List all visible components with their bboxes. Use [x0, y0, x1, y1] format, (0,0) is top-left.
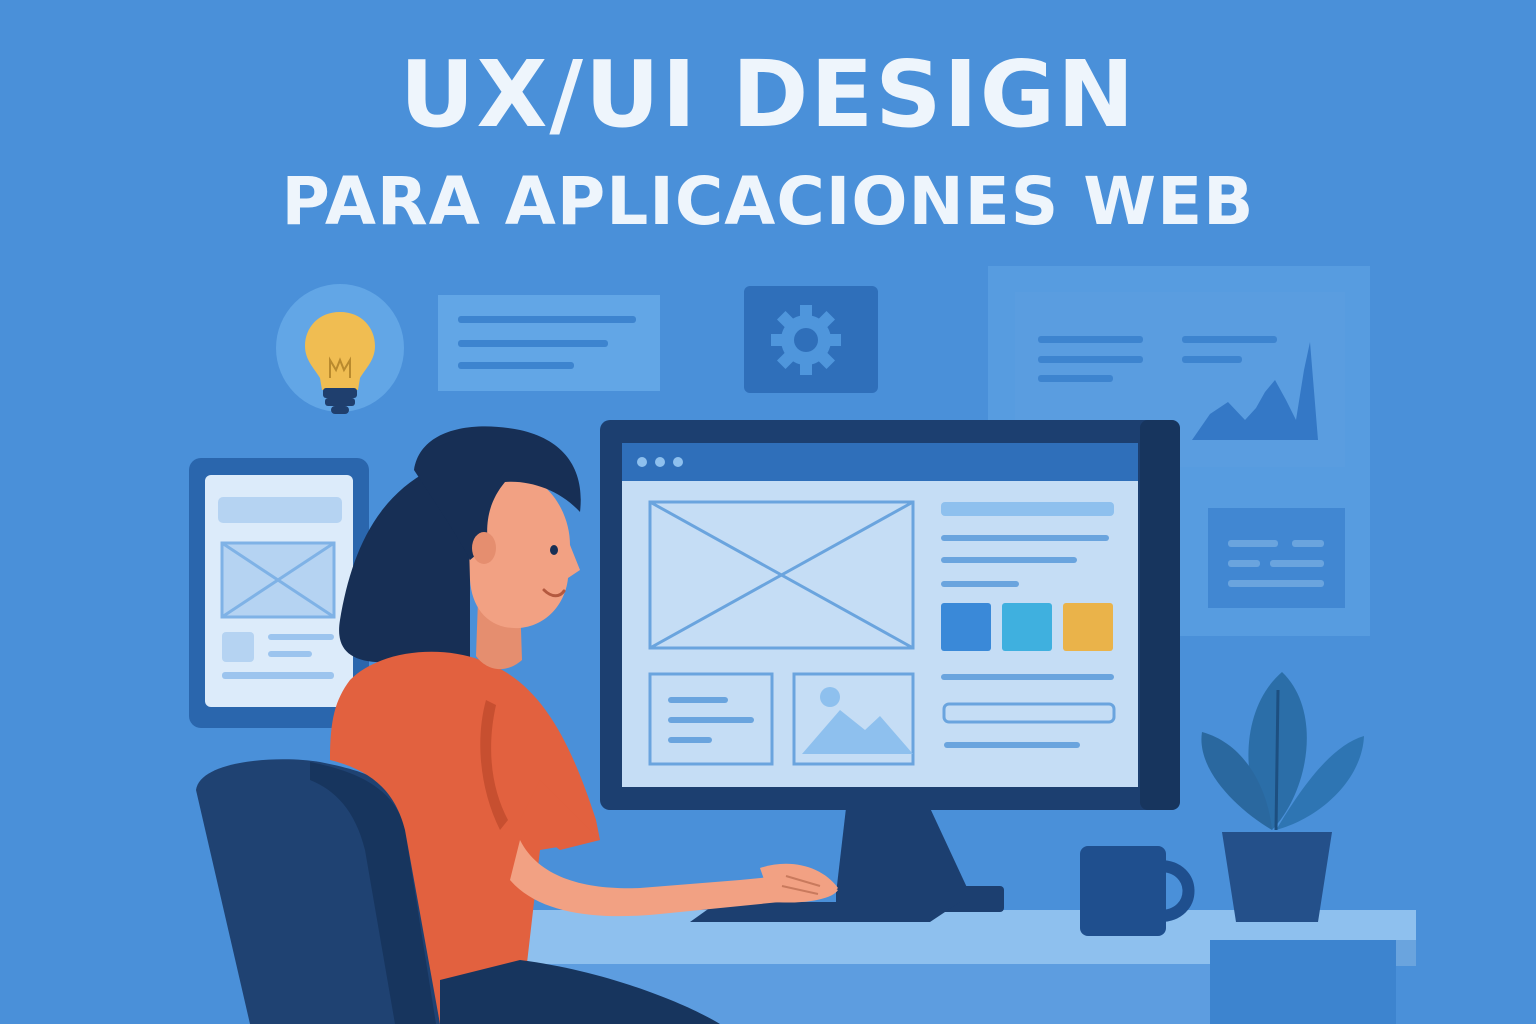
page-subtitle: PARA APLICACIONES WEB: [281, 163, 1255, 240]
gear-icon: [744, 286, 878, 393]
tablet-mockup: [189, 458, 369, 728]
plant: [1201, 672, 1364, 922]
lightbulb-icon: [276, 284, 404, 414]
page-title: UX/UI DESIGN: [399, 41, 1137, 148]
browser-dots-icon: [637, 457, 683, 467]
scene-artwork: [189, 266, 1416, 1024]
monitor: [600, 420, 1180, 912]
illustration: UX/UI DESIGN PARA APLICACIONES WEB: [0, 0, 1536, 1024]
swatch-blue: [941, 603, 991, 651]
text-card: [438, 295, 660, 391]
swatch-cyan: [1002, 603, 1052, 651]
swatch-yellow: [1063, 603, 1113, 651]
